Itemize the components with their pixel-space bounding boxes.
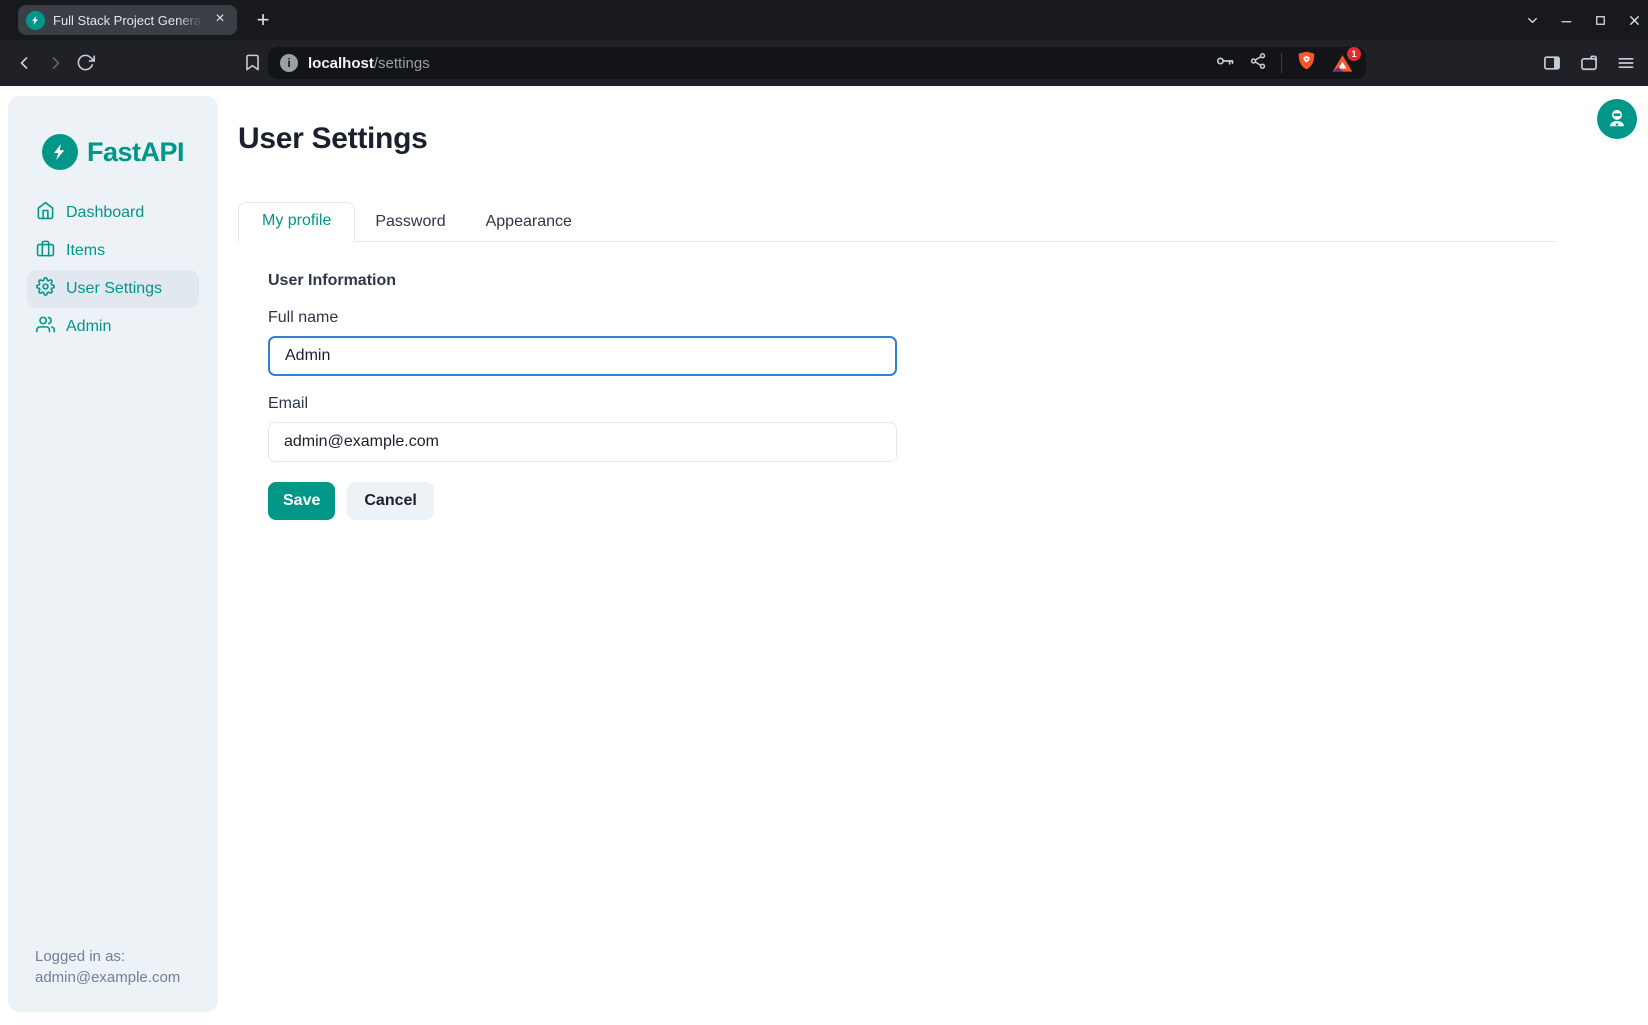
home-icon: [36, 201, 55, 225]
tab-my-profile[interactable]: My profile: [238, 202, 355, 242]
cancel-button[interactable]: Cancel: [347, 482, 433, 520]
tab-title: Full Stack Project Genera: [53, 13, 203, 28]
site-info-icon[interactable]: i: [280, 54, 298, 72]
full-name-label: Full name: [268, 309, 1556, 327]
sidebar-item-user-settings[interactable]: User Settings: [27, 270, 199, 308]
full-name-input[interactable]: [268, 336, 897, 376]
back-button[interactable]: [14, 53, 34, 78]
user-menu-button[interactable]: [1597, 99, 1637, 139]
user-astronaut-icon: [1606, 107, 1628, 132]
sidebar-item-dashboard[interactable]: Dashboard: [27, 194, 199, 232]
page-title: User Settings: [238, 122, 1556, 156]
profile-panel: User Information Full name Email Save Ca…: [238, 242, 1556, 520]
logged-in-label: Logged in as:: [35, 946, 204, 967]
bookmark-icon[interactable]: [243, 53, 262, 77]
sidebar-toggle-icon[interactable]: [1542, 53, 1562, 78]
forward-button[interactable]: [46, 53, 66, 78]
close-tab-icon[interactable]: ×: [211, 11, 229, 29]
window-maximize-button[interactable]: [1593, 13, 1608, 28]
email-input[interactable]: [268, 422, 897, 462]
users-icon: [36, 315, 55, 339]
share-icon[interactable]: [1249, 52, 1267, 75]
gear-icon: [36, 277, 55, 301]
logged-in-info: Logged in as: admin@example.com: [8, 946, 218, 1012]
fastapi-logo: FastAPI: [8, 134, 218, 170]
logged-in-email: admin@example.com: [35, 967, 204, 988]
section-title: User Information: [268, 272, 1556, 290]
sidebar-nav: Dashboard Items User Settings Admin: [8, 194, 218, 346]
fastapi-favicon-icon: [26, 11, 45, 30]
sidebar-item-label: User Settings: [66, 280, 162, 298]
url-bar[interactable]: i localhost/settings 1: [268, 47, 1366, 79]
brave-shield-icon[interactable]: [1296, 50, 1317, 76]
main-content: User Settings My profile Password Appear…: [238, 86, 1556, 520]
briefcase-icon: [36, 239, 55, 263]
url-host: localhost: [308, 55, 374, 72]
browser-tab-bar: Full Stack Project Genera × +: [0, 0, 1648, 40]
form-actions: Save Cancel: [268, 482, 1556, 520]
sidebar: FastAPI Dashboard Items User Settings: [8, 96, 218, 1012]
settings-tabs: My profile Password Appearance: [238, 202, 1556, 242]
new-tab-button[interactable]: +: [250, 7, 276, 33]
browser-toolbar: i localhost/settings 1: [0, 40, 1648, 86]
divider: [1281, 53, 1282, 73]
rewards-badge: 1: [1347, 47, 1361, 61]
brave-rewards-icon[interactable]: 1: [1331, 52, 1354, 75]
save-button[interactable]: Save: [268, 482, 335, 520]
menu-hamburger-icon[interactable]: [1616, 53, 1636, 78]
password-key-icon[interactable]: [1215, 51, 1235, 76]
sidebar-item-admin[interactable]: Admin: [27, 308, 199, 346]
reload-button[interactable]: [76, 53, 95, 77]
sidebar-item-items[interactable]: Items: [27, 232, 199, 270]
logo-text: FastAPI: [87, 137, 184, 168]
tab-appearance[interactable]: Appearance: [466, 204, 592, 241]
url-text: localhost/settings: [308, 55, 430, 72]
sidebar-item-label: Dashboard: [66, 204, 144, 222]
window-close-button[interactable]: [1627, 13, 1642, 28]
sidebar-item-label: Admin: [66, 318, 111, 336]
sidebar-item-label: Items: [66, 242, 105, 260]
email-label: Email: [268, 395, 1556, 413]
url-path: /settings: [374, 55, 430, 72]
window-minimize-button[interactable]: [1559, 13, 1574, 28]
app-content: FastAPI Dashboard Items User Settings: [0, 86, 1648, 1025]
wallet-icon[interactable]: [1579, 53, 1599, 78]
fastapi-bolt-icon: [42, 134, 78, 170]
browser-tab[interactable]: Full Stack Project Genera ×: [18, 5, 237, 35]
tab-search-chevron-icon[interactable]: [1525, 13, 1540, 28]
tab-password[interactable]: Password: [355, 204, 465, 241]
